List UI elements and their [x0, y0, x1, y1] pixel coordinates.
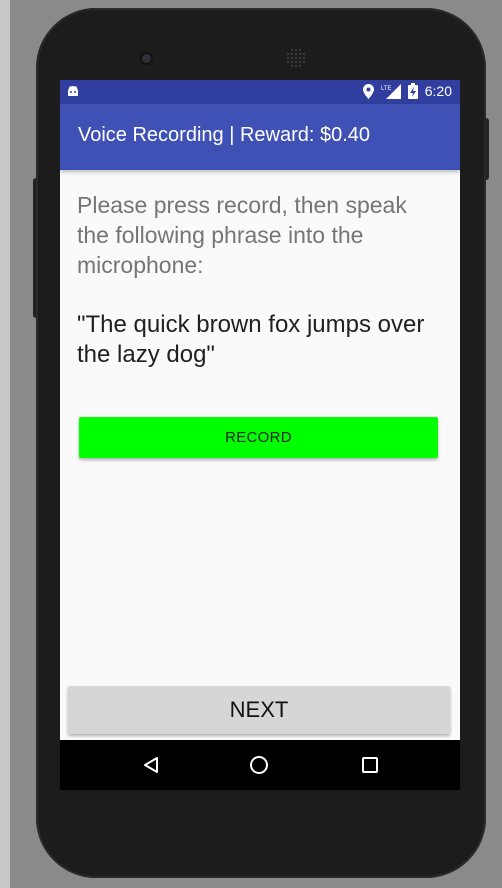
android-icon — [68, 86, 78, 96]
app-title: Voice Recording | Reward: $0.40 — [78, 124, 371, 146]
battery-charging-icon — [407, 83, 418, 99]
lte-signal-icon: LTE — [381, 84, 401, 99]
location-icon — [362, 83, 374, 99]
background-strip — [0, 0, 10, 888]
status-icons: LTE 6:20 — [362, 83, 452, 99]
front-camera — [142, 54, 151, 63]
app-bar: Voice Recording | Reward: $0.40 — [60, 104, 460, 170]
instruction-text: Please press record, then speak the foll… — [77, 192, 407, 278]
record-button[interactable]: RECORD — [79, 417, 438, 458]
status-bar: LTE 6:20 — [60, 80, 460, 104]
navigation-bar — [60, 740, 460, 790]
home-button[interactable] — [243, 750, 275, 780]
device-screen: LTE 6:20 Voice Recording | Reward: $0.40… — [60, 80, 460, 790]
svg-text:LTE: LTE — [381, 86, 392, 92]
back-icon — [144, 757, 158, 773]
home-icon — [250, 756, 268, 774]
recents-icon — [362, 757, 378, 773]
recents-button[interactable] — [354, 750, 386, 780]
phrase-text: "The quick brown fox jumps over the lazy… — [77, 311, 425, 368]
status-time: 6:20 — [424, 83, 452, 99]
next-button[interactable]: NEXT — [68, 686, 450, 734]
back-button[interactable] — [135, 750, 167, 780]
earpiece-speaker — [286, 48, 306, 68]
